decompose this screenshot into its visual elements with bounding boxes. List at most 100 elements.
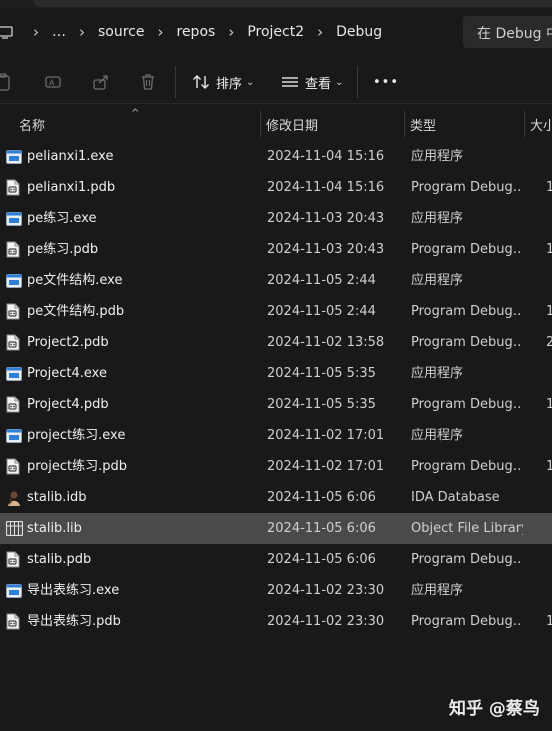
file-row[interactable]: pe文件结构.pdb 2024-11-05 2:44 Program Debug… (0, 296, 552, 327)
column-header-date[interactable]: 修改日期 (266, 108, 402, 138)
file-date: 2024-11-02 13:58 (267, 335, 385, 350)
file-size (546, 358, 552, 389)
exe-icon (6, 420, 24, 451)
paste-icon[interactable] (0, 70, 12, 94)
sort-button[interactable]: 排序 ⌄ (192, 70, 254, 94)
this-pc-icon[interactable] (0, 16, 22, 48)
file-row[interactable]: stalib.idb 2024-11-05 6:06 IDA Database (0, 482, 552, 513)
window-top-strip (0, 0, 552, 8)
file-type: 应用程序 (411, 149, 464, 164)
file-date: 2024-11-05 6:06 (267, 552, 376, 567)
file-list: pelianxi1.exe 2024-11-04 15:16 应用程序 peli… (0, 141, 552, 637)
file-size: 2 (546, 335, 552, 350)
file-type: Program Debug… (411, 242, 523, 257)
exe-icon (6, 575, 24, 606)
file-name: pelianxi1.pdb (27, 180, 116, 195)
file-date: 2024-11-05 2:44 (267, 273, 376, 288)
file-row[interactable]: stalib.pdb 2024-11-05 6:06 Program Debug… (0, 544, 552, 575)
file-size (546, 420, 552, 451)
column-header-name[interactable]: 名称 (19, 108, 259, 138)
rename-icon[interactable]: A (44, 70, 62, 94)
file-name: Project4.exe (27, 366, 107, 381)
breadcrumb-overflow[interactable]: … (50, 24, 68, 40)
file-row[interactable]: Project2.pdb 2024-11-02 13:58 Program De… (0, 327, 552, 358)
file-row[interactable]: 导出表练习.pdb 2024-11-02 23:30 Program Debug… (0, 606, 552, 637)
file-type: Program Debug… (411, 304, 523, 319)
file-row[interactable]: project练习.exe 2024-11-02 17:01 应用程序 (0, 420, 552, 451)
file-name: pe文件结构.exe (27, 273, 123, 288)
view-button[interactable]: 查看 ⌄ (281, 70, 343, 94)
breadcrumb-debug[interactable]: Debug (334, 24, 384, 40)
breadcrumb-source[interactable]: source (96, 24, 147, 40)
file-type: Program Debug… (411, 614, 523, 629)
file-type: Object File Library (411, 521, 523, 536)
file-size (546, 203, 552, 234)
share-icon[interactable] (92, 70, 110, 94)
chevron-right-icon: › (79, 23, 85, 41)
file-date: 2024-11-02 23:30 (267, 583, 385, 598)
delete-icon[interactable] (140, 70, 156, 94)
file-row[interactable]: pelianxi1.exe 2024-11-04 15:16 应用程序 (0, 141, 552, 172)
address-bar: › … › source › repos › Project2 › Debug … (0, 12, 552, 52)
column-divider[interactable] (524, 111, 525, 137)
ida-icon (6, 482, 24, 513)
file-size: 1 (546, 180, 552, 195)
search-input[interactable]: 在 Debug 中 (463, 16, 552, 48)
view-icon (282, 77, 298, 87)
breadcrumb-repos[interactable]: repos (175, 24, 218, 40)
file-type: 应用程序 (411, 366, 464, 381)
file-name: project练习.exe (27, 428, 126, 443)
column-divider[interactable] (260, 111, 261, 137)
file-name: 导出表练习.pdb (27, 614, 121, 629)
exe-icon (6, 203, 24, 234)
toolbar-divider (175, 66, 176, 98)
file-row[interactable]: Project4.pdb 2024-11-05 5:35 Program Deb… (0, 389, 552, 420)
file-row[interactable]: 导出表练习.exe 2024-11-02 23:30 应用程序 (0, 575, 552, 606)
file-row[interactable]: Project4.exe 2024-11-05 5:35 应用程序 (0, 358, 552, 389)
file-type: Program Debug… (411, 397, 523, 412)
file-name: Project4.pdb (27, 397, 109, 412)
file-type: Program Debug… (411, 459, 523, 474)
pdb-icon (6, 389, 24, 420)
chevron-down-icon: ⌄ (335, 76, 344, 88)
column-header-type[interactable]: 类型 (410, 108, 522, 138)
file-date: 2024-11-04 15:16 (267, 180, 385, 195)
pdb-icon (6, 234, 24, 265)
file-type: 应用程序 (411, 211, 464, 226)
file-size (546, 141, 552, 172)
file-date: 2024-11-03 20:43 (267, 242, 385, 257)
file-row[interactable]: project练习.pdb 2024-11-02 17:01 Program D… (0, 451, 552, 482)
file-row[interactable]: stalib.lib 2024-11-05 6:06 Object File L… (0, 513, 552, 544)
chevron-right-icon: › (317, 23, 324, 41)
file-row[interactable]: pelianxi1.pdb 2024-11-04 15:16 Program D… (0, 172, 552, 203)
file-date: 2024-11-03 20:43 (267, 211, 385, 226)
column-header-size[interactable]: 大小 (530, 108, 552, 138)
file-size: 1 (546, 614, 552, 629)
file-date: 2024-11-02 23:30 (267, 614, 385, 629)
breadcrumb-project2[interactable]: Project2 (245, 24, 306, 40)
file-name: stalib.idb (27, 490, 87, 505)
file-type: 应用程序 (411, 583, 464, 598)
file-size: 1 (546, 242, 552, 257)
file-type: IDA Database (411, 490, 500, 505)
file-row[interactable]: pe练习.pdb 2024-11-03 20:43 Program Debug…… (0, 234, 552, 265)
watermark: 知乎 @蔡鸟 (449, 699, 540, 719)
file-type: Program Debug… (411, 552, 523, 567)
file-date: 2024-11-04 15:16 (267, 149, 385, 164)
pdb-icon (6, 296, 24, 327)
file-size (546, 513, 552, 544)
file-date: 2024-11-05 6:06 (267, 490, 376, 505)
chevron-down-icon: ⌄ (246, 76, 255, 88)
breadcrumb[interactable]: › … › source › repos › Project2 › Debug (0, 16, 456, 48)
file-name: pelianxi1.exe (27, 149, 114, 164)
file-name: stalib.lib (27, 521, 82, 536)
chevron-right-icon: › (157, 23, 164, 41)
column-divider[interactable] (404, 111, 405, 137)
file-date: 2024-11-05 2:44 (267, 304, 376, 319)
file-name: 导出表练习.exe (27, 583, 120, 598)
file-row[interactable]: pe文件结构.exe 2024-11-05 2:44 应用程序 (0, 265, 552, 296)
more-options-button[interactable]: ••• (373, 70, 399, 94)
file-row[interactable]: pe练习.exe 2024-11-03 20:43 应用程序 (0, 203, 552, 234)
file-size (546, 482, 552, 513)
file-name: pe练习.pdb (27, 242, 99, 257)
